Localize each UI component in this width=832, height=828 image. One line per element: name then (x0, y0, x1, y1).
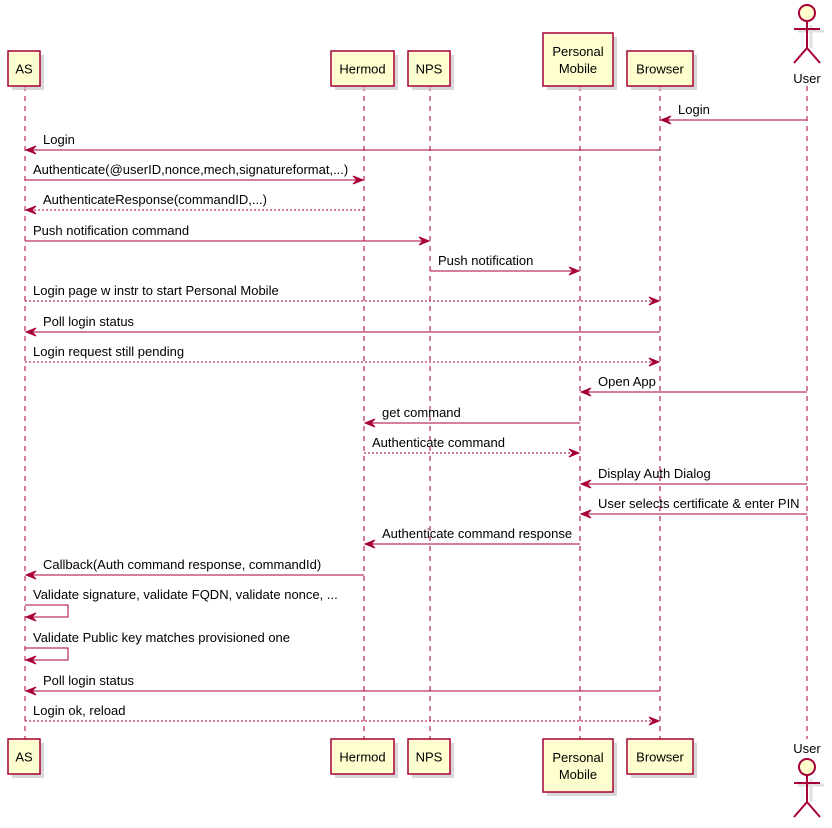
messages: Login Login Authenticate(@userID,nonce,mec… (24, 102, 807, 726)
message-label: Authenticate(@userID,nonce,mech,signatur… (33, 162, 348, 177)
message-label: Login page w instr to start Personal Mob… (33, 283, 279, 298)
message-19: Poll login status (24, 673, 660, 696)
participant-label: Personal (552, 44, 603, 59)
message-label: Push notification command (33, 223, 189, 238)
participant-label: Browser (636, 62, 684, 77)
participant-browser-top: Browser (626, 50, 697, 90)
message-5: Push notification command (25, 223, 431, 246)
message-12: Authenticate command (364, 435, 581, 458)
message-label: get command (382, 405, 461, 420)
message-7: Login page w instr to start Personal Mob… (25, 283, 661, 306)
message-label: Poll login status (43, 314, 135, 329)
message-8: Poll login status (24, 314, 660, 337)
participant-hermod-bottom: Hermod (330, 738, 398, 778)
participant-label: AS (15, 62, 33, 77)
message-11: get command (363, 405, 580, 428)
actor-legs-icon (793, 46, 821, 64)
message-label: Open App (598, 374, 656, 389)
participant-as-bottom: AS (7, 738, 44, 778)
participant-hermod-top: Hermod (330, 50, 398, 90)
actor-head-icon (798, 758, 816, 776)
participant-label: AS (15, 750, 33, 765)
actor-label: User (793, 741, 821, 756)
participant-label: Mobile (559, 61, 597, 76)
message-label: Validate Public key matches provisioned … (33, 630, 290, 645)
participant-label: Personal (552, 750, 603, 765)
arrowhead-icon (568, 448, 581, 458)
message-label: Login request still pending (33, 344, 184, 359)
message-label: Push notification (438, 253, 533, 268)
message-label: Validate signature, validate FQDN, valid… (33, 587, 338, 602)
message-label: Authenticate command (372, 435, 505, 450)
participant-nps-bottom: NPS (407, 738, 454, 778)
participant-label: Browser (636, 750, 684, 765)
message-label: AuthenticateResponse(commandID,...) (43, 192, 267, 207)
message-label: Login (678, 102, 710, 117)
message-label: Callback(Auth command response, commandI… (43, 557, 321, 572)
message-3: Authenticate(@userID,nonce,mech,signatur… (25, 162, 365, 185)
message-4: AuthenticateResponse(commandID,...) (24, 192, 364, 215)
participant-personal-mobile-top: Personal Mobile (542, 32, 617, 90)
message-10: Open App (579, 374, 807, 397)
message-9: Login request still pending (25, 344, 661, 367)
participant-box (542, 32, 614, 87)
message-label: Authenticate command response (382, 526, 572, 541)
message-1: Login (659, 102, 807, 125)
actor-head-icon (798, 4, 816, 22)
message-label: User selects certificate & enter PIN (598, 496, 800, 511)
message-14: User selects certificate & enter PIN (579, 496, 807, 519)
actor-user-top: User (793, 4, 824, 86)
participant-box (542, 738, 614, 793)
participant-label: Hermod (339, 750, 385, 765)
message-label: Poll login status (43, 673, 135, 688)
participant-personal-mobile-bottom: Personal Mobile (542, 738, 617, 796)
participant-label: Mobile (559, 767, 597, 782)
participant-as-top: AS (7, 50, 44, 90)
participant-heads-top: AS Hermod NPS Personal Mobile Browser User (7, 4, 824, 90)
message-13: Display Auth Dialog (579, 466, 807, 489)
message-15: Authenticate command response (363, 526, 580, 549)
message-label: Login ok, reload (33, 703, 126, 718)
participant-label: Hermod (339, 62, 385, 77)
actor-legs-icon (793, 800, 821, 818)
message-16: Callback(Auth command response, commandI… (24, 557, 364, 580)
participant-browser-bottom: Browser (626, 738, 697, 778)
message-20: Login ok, reload (25, 703, 661, 726)
participant-label: NPS (416, 62, 443, 77)
actor-label: User (793, 71, 821, 86)
sequence-diagram: AS Hermod NPS Personal Mobile Browser User AS H… (7, 4, 824, 818)
participant-label: NPS (416, 750, 443, 765)
participant-nps-top: NPS (407, 50, 454, 90)
actor-user-bottom: User (793, 741, 824, 818)
message-17: Validate signature, validate FQDN, valid… (24, 587, 338, 622)
message-label: Display Auth Dialog (598, 466, 711, 481)
message-label: Login (43, 132, 75, 147)
message-6: Push notification (430, 253, 581, 276)
message-18: Validate Public key matches provisioned … (24, 630, 290, 665)
participant-heads-bottom: AS Hermod NPS Personal Mobile Browser User (7, 738, 824, 818)
message-2: Login (24, 132, 660, 155)
